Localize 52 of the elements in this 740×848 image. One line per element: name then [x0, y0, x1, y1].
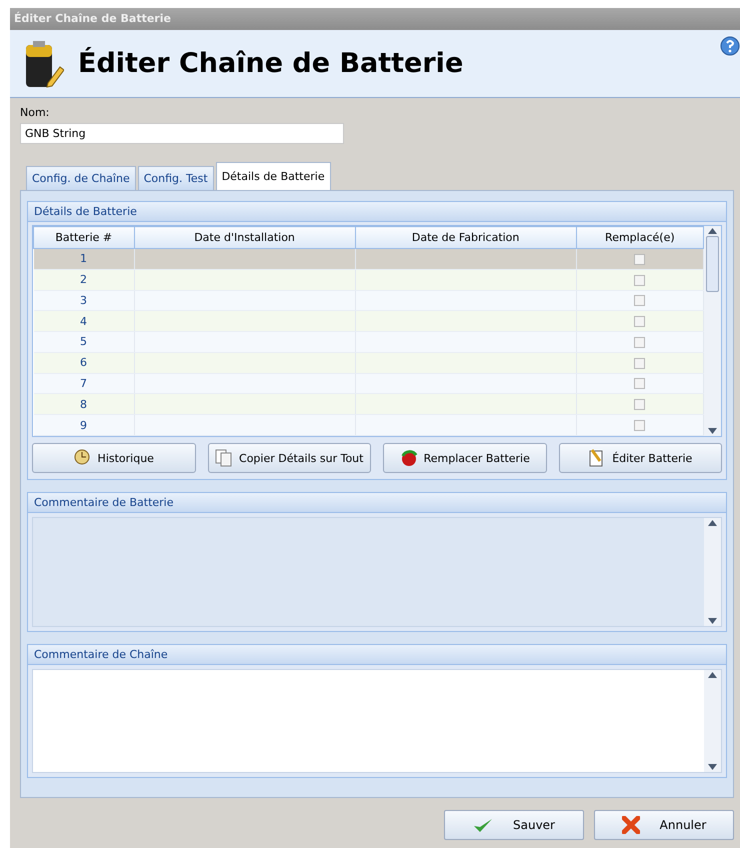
table-cell: 5: [34, 332, 134, 352]
table-cell: 2: [34, 269, 134, 290]
scroll-thumb[interactable]: [706, 236, 719, 292]
checkbox[interactable]: [634, 254, 646, 265]
column-header[interactable]: Date d'Installation: [134, 226, 356, 248]
clock-icon: [74, 449, 92, 467]
tab[interactable]: Détails de Batterie: [216, 162, 331, 190]
action-button[interactable]: Éditer Batterie: [558, 443, 722, 473]
checkbox[interactable]: [634, 399, 646, 410]
tab[interactable]: Config. Test: [138, 166, 214, 190]
copy-icon: [215, 449, 234, 467]
table-cell: 4: [34, 310, 134, 332]
column-header[interactable]: Remplacé(e): [576, 226, 704, 248]
checkbox[interactable]: [634, 295, 646, 306]
scroll-down-icon: [708, 428, 717, 434]
scroll-down-icon: [708, 618, 717, 624]
checkbox[interactable]: [634, 316, 646, 328]
dialog-title: Éditer Chaîne de Batterie: [78, 48, 464, 79]
action-button[interactable]: Historique: [32, 443, 196, 473]
action-button[interactable]: Copier Détails sur Tout: [208, 443, 371, 473]
dialog-button[interactable]: Annuler: [594, 810, 734, 840]
table-cell: 1: [34, 248, 134, 270]
checkbox[interactable]: [634, 358, 646, 369]
column-header[interactable]: Batterie #: [34, 226, 134, 248]
field-label: Nom:: [20, 106, 50, 119]
table-cell: 8: [34, 394, 134, 415]
panel-header: Détails de Batterie: [28, 202, 726, 222]
column-header[interactable]: Date de Fabrication: [355, 226, 576, 248]
scroll-up-icon: [708, 520, 717, 526]
checkbox[interactable]: [634, 420, 646, 432]
comment-field[interactable]: [32, 669, 722, 773]
help-icon[interactable]: [720, 36, 740, 56]
tab[interactable]: Config. de Chaîne: [26, 166, 136, 190]
action-button[interactable]: Remplacer Batterie: [383, 443, 546, 473]
table-cell: 7: [34, 373, 134, 394]
table-cell: 6: [34, 352, 134, 374]
checkbox[interactable]: [634, 336, 646, 348]
scroll-up-icon: [708, 228, 717, 234]
scroll-down-icon: [708, 764, 717, 770]
name-field[interactable]: GNB String: [20, 123, 344, 144]
panel-header: Commentaire de Batterie: [28, 493, 726, 513]
window-title: Éditer Chaîne de Batterie: [10, 8, 740, 30]
panel-header: Commentaire de Chaîne: [28, 645, 726, 665]
table-cell: 9: [34, 414, 134, 436]
close-icon: [622, 816, 640, 834]
dialog-button[interactable]: Sauver: [444, 810, 584, 840]
checkmark-icon: [473, 817, 493, 833]
checkbox[interactable]: [634, 274, 646, 286]
table-cell: 3: [34, 290, 134, 311]
checkbox[interactable]: [634, 378, 646, 390]
scroll-up-icon: [708, 672, 717, 678]
replace-icon: [400, 449, 418, 467]
